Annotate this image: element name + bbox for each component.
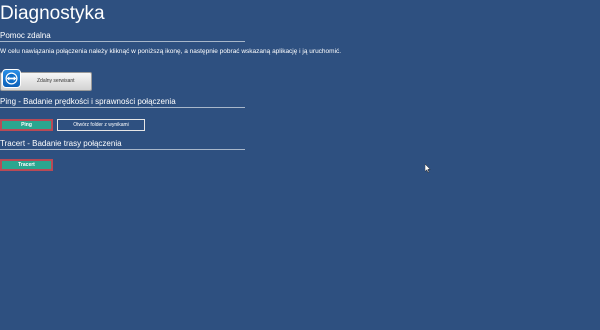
tracert-divider (0, 149, 245, 150)
tracert-button[interactable]: Tracert (0, 159, 53, 171)
remote-help-heading: Pomoc zdalna (0, 31, 51, 40)
mouse-cursor-icon (424, 160, 431, 178)
ping-heading: Ping - Badanie prędkości i sprawności po… (0, 97, 176, 106)
ping-divider (0, 107, 245, 108)
remote-help-divider (0, 41, 245, 42)
page-title: Diagnostyka (0, 3, 105, 24)
ping-button[interactable]: Ping (0, 119, 53, 131)
tracert-heading: Tracert - Badanie trasy połączenia (0, 139, 122, 148)
open-results-folder-button[interactable]: Otwórz folder z wynikami (57, 119, 145, 131)
teamviewer-icon (2, 69, 21, 88)
remote-help-description: W celu nawiązania połączenia należy klik… (0, 48, 342, 55)
remote-technician-button[interactable]: Zdalny serwisant (0, 69, 92, 91)
remote-technician-label: Zdalny serwisant (37, 78, 75, 84)
